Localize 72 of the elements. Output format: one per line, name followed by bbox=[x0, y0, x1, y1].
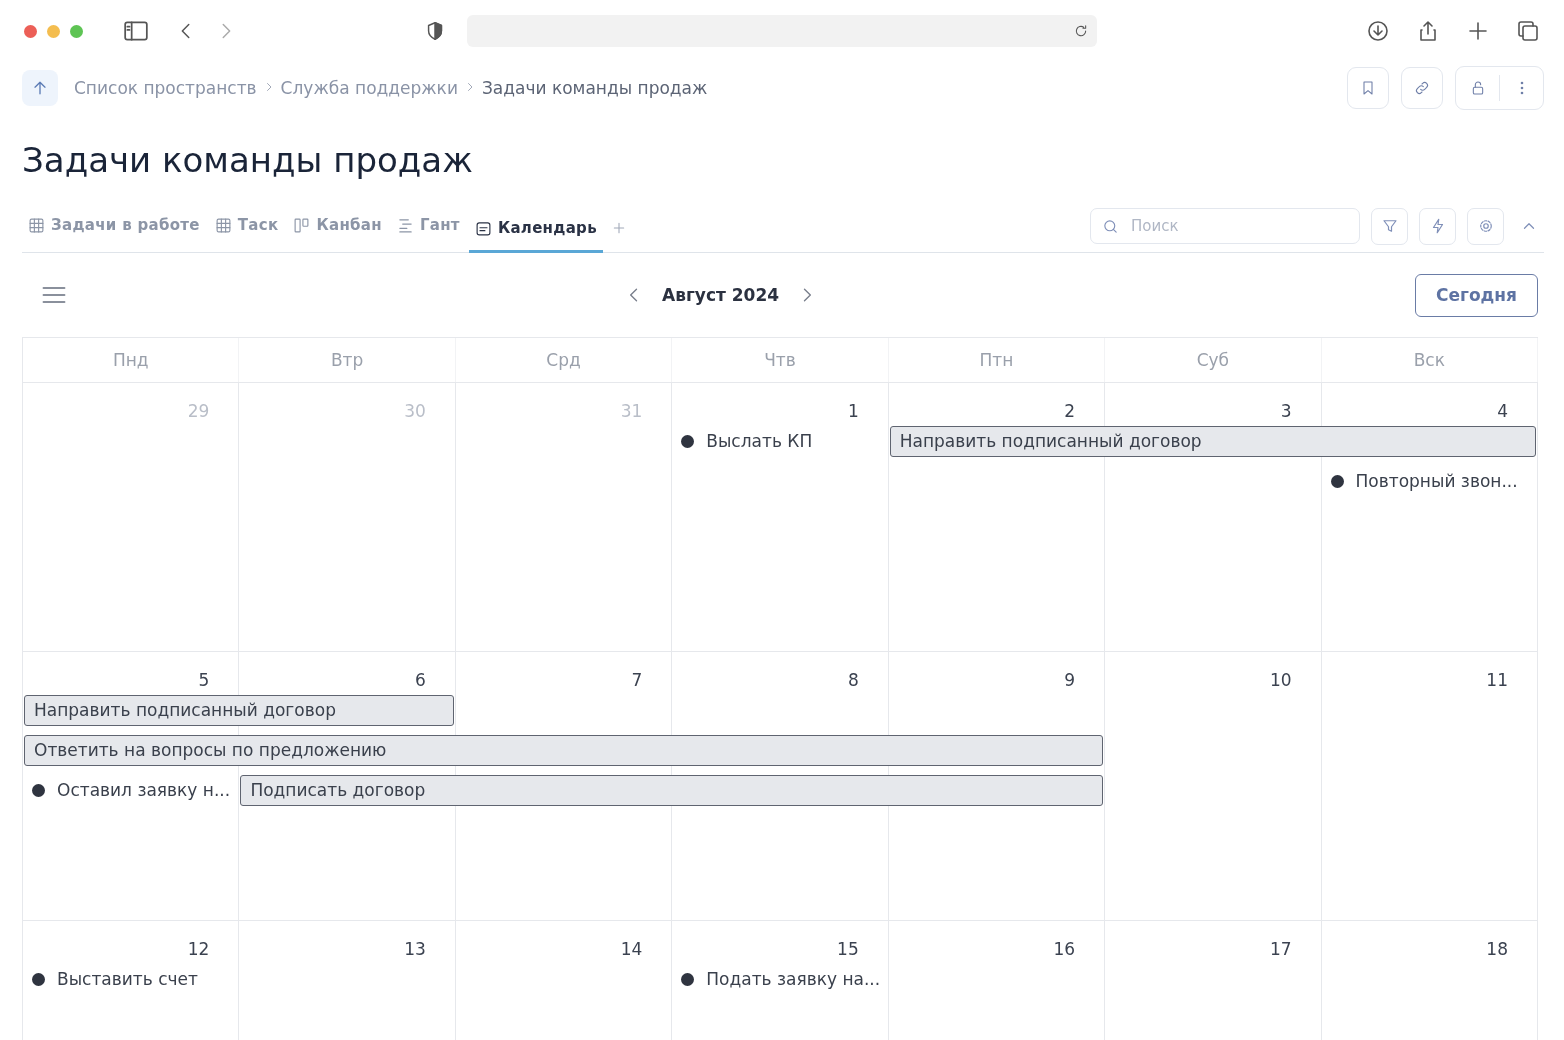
today-button[interactable]: Сегодня bbox=[1415, 273, 1538, 317]
weekday-header: Втр bbox=[239, 338, 456, 382]
link-button[interactable] bbox=[1401, 67, 1443, 109]
calendar-event[interactable]: Повторный звон... bbox=[1321, 471, 1518, 491]
day-number: 10 bbox=[1268, 669, 1293, 690]
filter-button[interactable] bbox=[1371, 207, 1408, 245]
bookmark-icon bbox=[1360, 80, 1376, 96]
day-number: 29 bbox=[186, 400, 211, 421]
calendar-icon bbox=[474, 219, 492, 237]
maximize-button[interactable] bbox=[70, 24, 83, 38]
day-number: 15 bbox=[836, 938, 860, 959]
day-number: 18 bbox=[1485, 938, 1509, 959]
view-tab[interactable]: Календарь bbox=[468, 206, 603, 253]
event-dot bbox=[681, 434, 695, 448]
event-dot bbox=[1330, 474, 1344, 488]
day-number: 8 bbox=[846, 669, 860, 690]
day-number: 31 bbox=[619, 400, 644, 421]
calendar-event-bar[interactable]: Направить подписанный договор bbox=[889, 425, 1536, 457]
day-number: 2 bbox=[1063, 400, 1077, 421]
month-title: Август 2024 bbox=[662, 285, 780, 305]
calendar-event-bar[interactable]: Подписать договор bbox=[240, 774, 1104, 806]
search-field[interactable]: Поиск bbox=[1090, 208, 1360, 244]
event-dot bbox=[681, 972, 695, 986]
page-title: Задачи команды продаж bbox=[22, 139, 474, 182]
weekday-header: Птн bbox=[888, 338, 1106, 382]
day-number: 12 bbox=[186, 938, 211, 959]
columns-icon bbox=[293, 216, 311, 234]
weekday-header: Суб bbox=[1105, 338, 1322, 382]
grid-icon bbox=[214, 216, 232, 234]
weekday-header: Чтв bbox=[672, 338, 889, 382]
plus-icon bbox=[1466, 19, 1490, 43]
event-dot bbox=[32, 972, 45, 986]
day-number: 4 bbox=[1496, 400, 1509, 421]
day-number: 5 bbox=[197, 669, 211, 690]
filter-icon bbox=[1380, 217, 1399, 235]
calendar-event[interactable]: Подать заявку на... bbox=[672, 969, 881, 989]
day-number: 6 bbox=[414, 669, 427, 690]
settings-button[interactable] bbox=[1467, 207, 1504, 245]
link-icon bbox=[1414, 80, 1430, 96]
grid-icon bbox=[28, 216, 45, 234]
weekday-header: Вск bbox=[1321, 338, 1538, 382]
minimize-button[interactable] bbox=[47, 24, 60, 38]
day-number: 7 bbox=[630, 669, 644, 690]
tabs-icon bbox=[1516, 19, 1540, 43]
day-number: 1 bbox=[846, 400, 860, 421]
calendar-event[interactable]: Оставил заявку н... bbox=[23, 780, 231, 800]
calendar-event[interactable]: Выставить счет bbox=[23, 969, 198, 989]
calendar-event-bar[interactable]: Направить подписанный договор bbox=[24, 694, 454, 726]
reload-icon bbox=[1073, 23, 1089, 39]
calendar-event[interactable]: Выслать КП bbox=[672, 431, 813, 451]
calendar-event-bar[interactable]: Ответить на вопросы по предложению bbox=[24, 734, 1104, 766]
day-number: 3 bbox=[1279, 400, 1293, 421]
weekday-header: Пнд bbox=[23, 338, 240, 382]
sidebar-icon bbox=[123, 18, 149, 44]
gantt-icon bbox=[396, 216, 414, 234]
weekday-header: Срд bbox=[455, 338, 673, 382]
day-number: 17 bbox=[1268, 938, 1293, 959]
day-number: 11 bbox=[1485, 669, 1509, 690]
automation-button[interactable] bbox=[1419, 207, 1456, 245]
breadcrumb: Задачи команды продаж bbox=[481, 78, 708, 98]
day-number: 16 bbox=[1052, 938, 1077, 959]
day-number: 30 bbox=[403, 400, 427, 421]
event-dot bbox=[32, 783, 45, 797]
day-number: 13 bbox=[403, 938, 427, 959]
close-button[interactable] bbox=[24, 24, 37, 38]
download-icon bbox=[1366, 19, 1390, 43]
more-icon bbox=[1519, 81, 1524, 95]
day-number: 9 bbox=[1063, 669, 1077, 690]
day-number: 14 bbox=[619, 938, 644, 959]
bookmark-button[interactable] bbox=[1347, 67, 1389, 109]
up-button[interactable] bbox=[22, 70, 58, 106]
search-icon bbox=[1102, 218, 1119, 235]
